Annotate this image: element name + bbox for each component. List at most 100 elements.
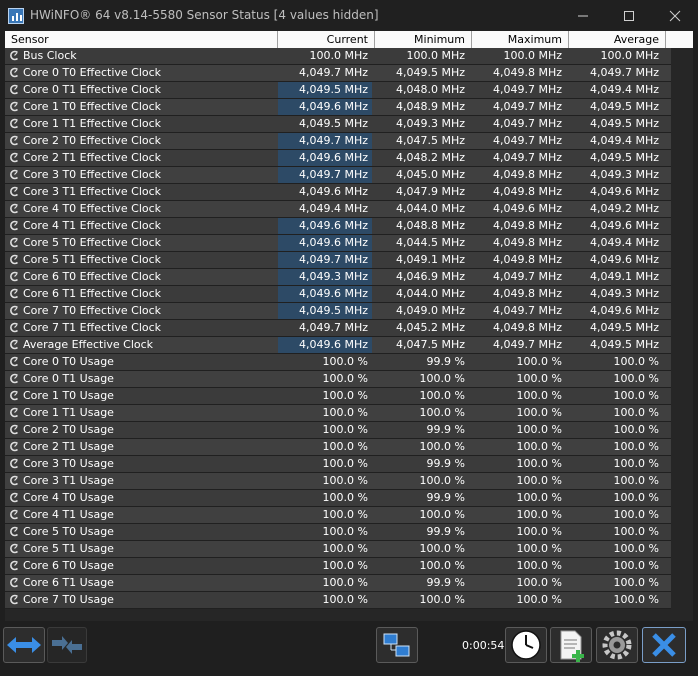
clock-sensor-icon bbox=[9, 458, 20, 469]
sensor-name: Core 7 T0 Effective Clock bbox=[5, 303, 278, 319]
minimize-button[interactable] bbox=[560, 0, 606, 31]
table-row[interactable]: Core 0 T1 Effective Clock 4,049.5 MHz 4,04… bbox=[5, 82, 693, 99]
table-row[interactable]: Core 4 T0 Usage 100.0 % 99.9 % 100.0 % 100.0… bbox=[5, 490, 693, 507]
table-row[interactable]: Core 5 T0 Effective Clock 4,049.6 MHz 4,04… bbox=[5, 235, 693, 252]
average-value: 4,049.7 MHz bbox=[589, 66, 659, 79]
report-button[interactable] bbox=[550, 627, 592, 663]
navigate-button[interactable] bbox=[3, 627, 45, 663]
clock-button[interactable] bbox=[505, 627, 547, 663]
clock-sensor-icon bbox=[9, 203, 20, 214]
maximum-value: 4,049.6 MHz bbox=[492, 202, 562, 215]
table-row[interactable]: Core 0 T0 Effective Clock 4,049.7 MHz 4,04… bbox=[5, 65, 693, 82]
table-row[interactable]: Core 3 T1 Usage 100.0 % 100.0 % 100.0 % 100.… bbox=[5, 473, 693, 490]
average-value: 4,049.3 MHz bbox=[589, 287, 659, 300]
close-icon bbox=[652, 633, 676, 657]
table-row[interactable]: Core 2 T0 Effective Clock 4,049.7 MHz 4,04… bbox=[5, 133, 693, 150]
average-value: 100.0 MHz bbox=[600, 49, 659, 62]
table-row[interactable]: Core 4 T0 Effective Clock 4,049.4 MHz 4,04… bbox=[5, 201, 693, 218]
average-value: 100.0 % bbox=[613, 542, 659, 555]
table-row[interactable]: Core 1 T1 Effective Clock 4,049.5 MHz 4,04… bbox=[5, 116, 693, 133]
table-row[interactable]: Core 1 T1 Usage 100.0 % 100.0 % 100.0 % 100.… bbox=[5, 405, 693, 422]
close-window-button[interactable] bbox=[652, 0, 698, 31]
maximum-value: 4,049.8 MHz bbox=[492, 287, 562, 300]
network-button[interactable] bbox=[376, 627, 418, 663]
average-value: 4,049.4 MHz bbox=[589, 83, 659, 96]
table-row[interactable]: Core 3 T0 Effective Clock 4,049.7 MHz 4,04… bbox=[5, 167, 693, 184]
maximum-value: 100.0 % bbox=[516, 389, 562, 402]
vertical-scrollbar[interactable] bbox=[671, 48, 693, 621]
maximum-value: 100.0 % bbox=[516, 457, 562, 470]
column-header-current[interactable]: Current bbox=[278, 31, 375, 48]
clock-sensor-icon bbox=[9, 407, 20, 418]
average-value: 4,049.6 MHz bbox=[589, 253, 659, 266]
table-row[interactable]: Core 2 T1 Usage 100.0 % 100.0 % 100.0 % 100.… bbox=[5, 439, 693, 456]
current-value: 100.0 % bbox=[322, 525, 368, 538]
average-value: 100.0 % bbox=[613, 491, 659, 504]
column-header-sensor[interactable]: Sensor bbox=[5, 31, 278, 48]
table-row[interactable]: Core 1 T0 Effective Clock 4,049.6 MHz 4,04… bbox=[5, 99, 693, 116]
current-value: 4,049.6 MHz bbox=[278, 150, 375, 166]
table-row[interactable]: Core 6 T0 Usage 100.0 % 100.0 % 100.0 % 100.… bbox=[5, 558, 693, 575]
current-value: 4,049.7 MHz bbox=[278, 252, 375, 268]
minimum-value: 4,045.0 MHz bbox=[395, 168, 465, 181]
clock-sensor-icon bbox=[9, 50, 20, 61]
clock-sensor-icon bbox=[9, 356, 20, 367]
table-row[interactable]: Core 5 T1 Effective Clock 4,049.7 MHz 4,04… bbox=[5, 252, 693, 269]
table-row[interactable]: Core 0 T1 Usage 100.0 % 100.0 % 100.0 % 100.… bbox=[5, 371, 693, 388]
sensor-name: Core 4 T0 Usage bbox=[5, 490, 278, 506]
sensor-name: Core 3 T0 Usage bbox=[5, 456, 278, 472]
average-value: 100.0 % bbox=[613, 406, 659, 419]
minimum-value: 100.0 MHz bbox=[406, 49, 465, 62]
column-header-average[interactable]: Average bbox=[569, 31, 666, 48]
table-row[interactable]: Core 1 T0 Usage 100.0 % 100.0 % 100.0 % 100.… bbox=[5, 388, 693, 405]
table-row[interactable]: Average Effective Clock 4,049.6 MHz 4,047.… bbox=[5, 337, 693, 354]
minimum-value: 99.9 % bbox=[426, 457, 465, 470]
sensor-name: Core 4 T0 Effective Clock bbox=[5, 201, 278, 217]
title-bar: HWiNFO® 64 v8.14-5580 Sensor Status [4 v… bbox=[0, 0, 698, 31]
clock-sensor-icon bbox=[9, 186, 20, 197]
maximum-value: 4,049.7 MHz bbox=[492, 100, 562, 113]
table-row[interactable]: Core 5 T0 Usage 100.0 % 99.9 % 100.0 % 100.0… bbox=[5, 524, 693, 541]
minimum-value: 100.0 % bbox=[419, 406, 465, 419]
minimum-value: 100.0 % bbox=[419, 389, 465, 402]
table-row[interactable]: Core 7 T0 Effective Clock 4,049.5 MHz 4,04… bbox=[5, 303, 693, 320]
swap-button[interactable] bbox=[47, 627, 87, 663]
table-row[interactable]: Bus Clock 100.0 MHz 100.0 MHz 100.0 MHz 100.… bbox=[5, 48, 693, 65]
table-row[interactable]: Core 4 T1 Effective Clock 4,049.6 MHz 4,04… bbox=[5, 218, 693, 235]
table-row[interactable]: Core 7 T0 Usage 100.0 % 100.0 % 100.0 % 100.… bbox=[5, 592, 693, 609]
table-row[interactable]: Core 7 T1 Effective Clock 4,049.7 MHz 4,04… bbox=[5, 320, 693, 337]
current-value: 4,049.6 MHz bbox=[278, 337, 375, 353]
table-row[interactable]: Core 3 T1 Effective Clock 4,049.6 MHz 4,04… bbox=[5, 184, 693, 201]
minimum-value: 100.0 % bbox=[419, 559, 465, 572]
maximum-value: 100.0 % bbox=[516, 576, 562, 589]
close-icon bbox=[669, 10, 681, 22]
sensor-name: Core 6 T1 Usage bbox=[5, 575, 278, 591]
table-row[interactable]: Core 2 T0 Usage 100.0 % 99.9 % 100.0 % 100.0… bbox=[5, 422, 693, 439]
table-row[interactable]: Core 5 T1 Usage 100.0 % 100.0 % 100.0 % 100.… bbox=[5, 541, 693, 558]
column-header-maximum[interactable]: Maximum bbox=[472, 31, 569, 48]
sensor-name: Bus Clock bbox=[5, 48, 278, 64]
current-value: 4,049.5 MHz bbox=[278, 82, 375, 98]
close-button[interactable] bbox=[642, 627, 686, 663]
table-row[interactable]: Core 3 T0 Usage 100.0 % 99.9 % 100.0 % 100.0… bbox=[5, 456, 693, 473]
sensor-name: Core 0 T0 Usage bbox=[5, 354, 278, 370]
table-row[interactable]: Core 6 T1 Effective Clock 4,049.6 MHz 4,04… bbox=[5, 286, 693, 303]
clock-sensor-icon bbox=[9, 441, 20, 452]
clock-sensor-icon bbox=[9, 220, 20, 231]
sensor-table: Sensor Current Minimum Maximum Average B… bbox=[5, 31, 693, 621]
table-row[interactable]: Core 4 T1 Usage 100.0 % 100.0 % 100.0 % 100.… bbox=[5, 507, 693, 524]
clock-sensor-icon bbox=[9, 594, 20, 605]
average-value: 100.0 % bbox=[613, 576, 659, 589]
table-row[interactable]: Core 2 T1 Effective Clock 4,049.6 MHz 4,04… bbox=[5, 150, 693, 167]
settings-button[interactable] bbox=[596, 627, 638, 663]
hwinfo-app-icon bbox=[8, 8, 24, 24]
maximum-value: 100.0 % bbox=[516, 355, 562, 368]
maximum-value: 4,049.7 MHz bbox=[492, 270, 562, 283]
current-value: 4,049.7 MHz bbox=[298, 66, 368, 79]
table-row[interactable]: Core 6 T1 Usage 100.0 % 99.9 % 100.0 % 100.0… bbox=[5, 575, 693, 592]
maximize-button[interactable] bbox=[606, 0, 652, 31]
sensor-name: Core 1 T0 Usage bbox=[5, 388, 278, 404]
column-header-minimum[interactable]: Minimum bbox=[375, 31, 472, 48]
table-row[interactable]: Core 6 T0 Effective Clock 4,049.3 MHz 4,04… bbox=[5, 269, 693, 286]
table-row[interactable]: Core 0 T0 Usage 100.0 % 99.9 % 100.0 % 100.0… bbox=[5, 354, 693, 371]
